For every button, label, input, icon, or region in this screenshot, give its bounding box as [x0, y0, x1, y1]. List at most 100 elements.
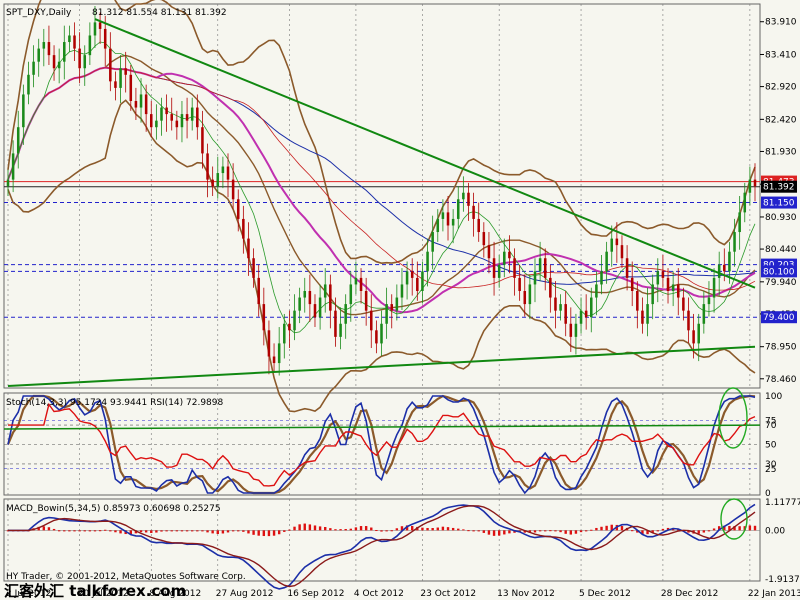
macd-histogram-bar	[574, 530, 578, 534]
candle-body	[492, 258, 496, 278]
macd-histogram-bar	[63, 530, 66, 532]
candle-body	[405, 271, 409, 285]
macd-histogram-bar	[410, 525, 414, 531]
candle-body	[93, 22, 97, 36]
macd-histogram-bar	[364, 526, 368, 531]
macd-histogram-bar	[47, 527, 51, 531]
candle-body	[185, 114, 189, 121]
candle-body	[426, 251, 429, 272]
candle-body	[329, 284, 332, 311]
candle-body	[579, 310, 583, 324]
macd-histogram-bar	[313, 525, 317, 531]
macd-histogram-bar	[237, 530, 240, 532]
candle-body	[272, 356, 276, 364]
price-tick: 82.920	[765, 83, 797, 93]
candle-body	[554, 297, 557, 311]
candle-body	[206, 153, 209, 180]
candle-body	[16, 127, 20, 154]
candle-body	[559, 304, 562, 311]
macd-histogram-bar	[252, 530, 255, 535]
candle-body	[584, 310, 588, 318]
candle-body	[682, 297, 685, 311]
date-tick: 28 Dec 2012	[661, 589, 719, 599]
macd-histogram-bar	[318, 526, 322, 531]
price-tick: 83.410	[765, 50, 797, 60]
candle-body	[692, 330, 695, 344]
candle-body	[497, 264, 501, 278]
date-tick: 5 Dec 2012	[579, 589, 631, 599]
macd-histogram-bar	[549, 530, 552, 532]
macd-histogram-bar	[165, 530, 168, 532]
macd-histogram-bar	[93, 530, 97, 532]
macd-tick: -1.91374	[765, 575, 800, 585]
candle-body	[124, 68, 127, 75]
candle-body	[98, 22, 102, 29]
macd-histogram-bar	[702, 530, 706, 533]
macd-histogram-bar	[436, 527, 439, 531]
macd-histogram-bar	[288, 529, 291, 531]
candle-body	[728, 251, 731, 272]
macd-histogram-bar	[559, 530, 562, 533]
candle-body	[477, 218, 480, 233]
candle-body	[630, 277, 634, 291]
macd-histogram-bar	[242, 530, 245, 532]
copyright-footer: HY Trader, © 2001-2012, MetaQuotes Softw…	[6, 572, 246, 582]
macd-histogram-bar	[196, 530, 199, 532]
candle-body	[666, 277, 670, 291]
candle-body	[27, 74, 30, 95]
candle-body	[549, 277, 552, 298]
candle-body	[595, 284, 598, 298]
candle-body	[656, 271, 660, 285]
date-tick: 13 Nov 2012	[497, 589, 555, 599]
candle-body	[651, 284, 654, 305]
candle-body	[574, 323, 578, 337]
macd-histogram-bar	[661, 528, 665, 531]
macd-histogram-bar	[206, 530, 209, 533]
candle-body	[293, 310, 296, 331]
candle-body	[564, 304, 567, 324]
macd-histogram-bar	[533, 530, 537, 533]
candle-body	[47, 42, 51, 56]
candle-body	[139, 94, 143, 108]
macd-histogram-bar	[272, 530, 276, 536]
macd-histogram-bar	[738, 526, 741, 531]
macd-histogram-bar	[497, 530, 501, 536]
candle-body	[610, 238, 614, 252]
candle-body	[231, 179, 235, 200]
candle-body	[283, 323, 286, 344]
date-tick: 27 Aug 2012	[216, 589, 274, 599]
candle-body	[149, 114, 153, 128]
macd-histogram-bar	[354, 527, 358, 531]
candle-body	[748, 179, 752, 193]
candle-body	[421, 271, 424, 291]
macd-histogram-bar	[508, 530, 511, 534]
macd-histogram-bar	[656, 530, 659, 532]
candle-body	[165, 107, 168, 115]
chart-canvas: 83.91083.41082.92082.42081.93081.43080.9…	[3, 0, 800, 600]
level-tag-label: 81.392	[763, 183, 795, 193]
macd-histogram-bar	[298, 524, 301, 531]
candle-body	[160, 107, 163, 121]
macd-histogram-bar	[359, 526, 363, 531]
candle-body	[83, 55, 87, 69]
candle-body	[697, 323, 700, 344]
macd-histogram-bar	[395, 528, 399, 531]
macd-histogram-bar	[707, 530, 711, 532]
macd-histogram-bar	[477, 530, 480, 532]
candle-body	[211, 179, 214, 187]
candle-body	[88, 35, 92, 56]
candle-body	[753, 179, 757, 187]
macd-histogram-bar	[441, 526, 445, 531]
macd-histogram-bar	[600, 526, 603, 531]
macd-histogram-bar	[472, 530, 475, 532]
candle-body	[503, 251, 506, 265]
candle-body	[114, 81, 117, 88]
macd-histogram-bar	[293, 526, 296, 531]
candle-body	[57, 61, 61, 69]
macd-histogram-bar	[324, 526, 327, 531]
price-tick: 80.930	[765, 213, 797, 223]
candle-body	[277, 343, 281, 364]
candle-body	[676, 284, 680, 298]
price-tick: 79.940	[765, 278, 797, 288]
macd-histogram-bar	[144, 530, 148, 533]
